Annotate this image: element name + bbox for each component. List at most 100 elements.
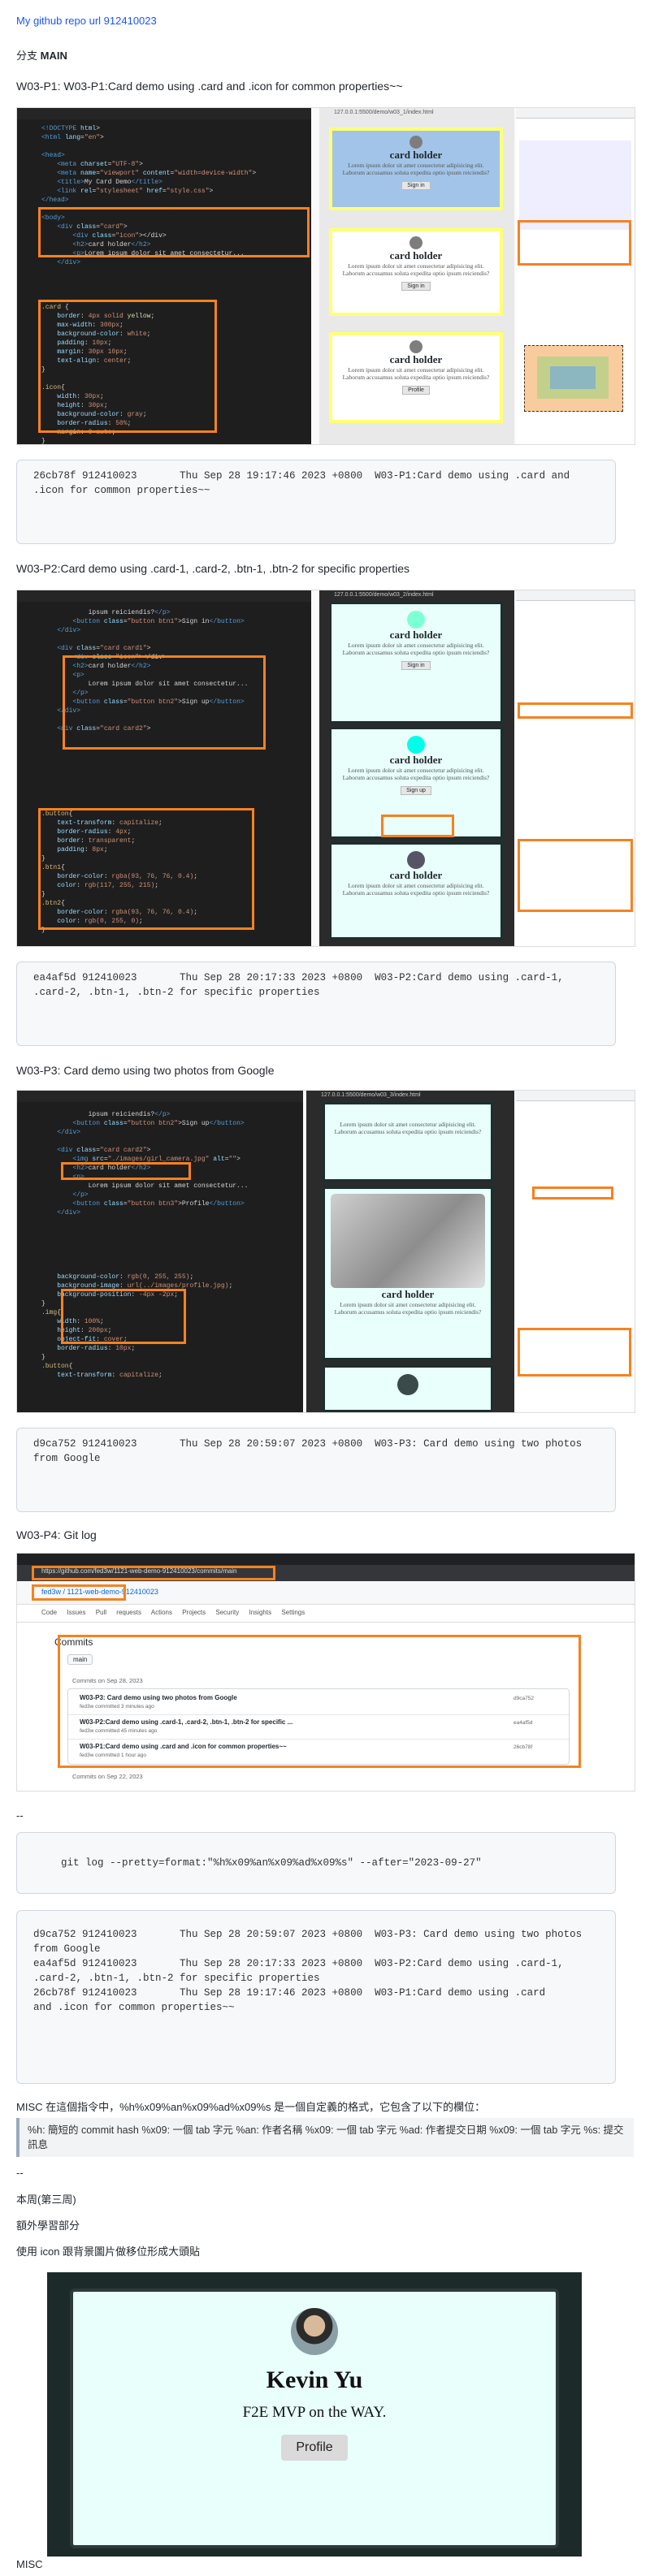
code-editor: ipsum reiciendis?</p> <button class="but…: [17, 1091, 303, 1412]
highlight-css: [38, 300, 217, 433]
branch-line: 分支 MAIN: [16, 47, 67, 63]
card-title: card holder: [389, 629, 443, 641]
avatar-icon: [410, 340, 422, 353]
highlight-styles: [518, 1328, 631, 1377]
card-title: card holder: [381, 1288, 435, 1300]
nav-issues[interactable]: Issues: [67, 1609, 85, 1616]
card-preview-3: card holder Lorem ipsum dolor sit amet c…: [329, 332, 503, 423]
highlight-devtools: [518, 702, 633, 719]
devtools-panel: [516, 590, 635, 946]
card-preview-1: card holder Lorem ipsum dolor sit amet c…: [329, 602, 503, 724]
card-text: Lorem ipsum dolor sit amet consectetur a…: [334, 1121, 482, 1135]
highlight-html: [63, 655, 266, 750]
profile-name: Kevin Yu: [266, 2366, 363, 2393]
avatar-icon: [407, 851, 425, 869]
separator-1: --: [16, 1809, 24, 1822]
highlight-css: [61, 1289, 186, 1344]
nav-actions[interactable]: Actions: [151, 1609, 172, 1616]
card-preview-2: card holder Lorem ipsum dolor sit amet c…: [329, 228, 503, 316]
screenshot-p2: ipsum reiciendis?</p> <button class="but…: [16, 590, 635, 947]
browser-preview: 127.0.0.1:5500/demo/w03_1/index.html car…: [319, 108, 514, 444]
commit-block-p1: 26cb78f 912410023 Thu Sep 28 19:17:46 20…: [16, 460, 616, 544]
card-title: card holder: [389, 754, 443, 766]
nav-pulls[interactable]: Pull requests: [96, 1609, 141, 1616]
highlight-styles: [518, 839, 633, 912]
signin-button[interactable]: Sign in: [401, 661, 431, 670]
highlight-url: [32, 1566, 275, 1580]
card-text: Lorem ipsum dolor sit amet consectetur a…: [342, 262, 490, 277]
card-title: card holder: [389, 149, 443, 161]
screenshot-p4: https://github.com/fed3w/1121-web-demo-9…: [16, 1553, 635, 1792]
avatar-icon: [397, 1374, 418, 1395]
nav-settings[interactable]: Settings: [281, 1609, 305, 1616]
branch-name: MAIN: [40, 50, 67, 62]
signup-button[interactable]: Sign up: [401, 786, 431, 795]
card-preview-1: card holder Lorem ipsum dolor sit amet c…: [329, 128, 503, 210]
card-title: card holder: [389, 249, 443, 261]
devtools-panel: [516, 108, 635, 444]
profile-tagline: F2E MVP on the WAY.: [242, 2404, 387, 2421]
highlight-html: [61, 1162, 191, 1180]
browser-preview: 127.0.0.1:5500/demo/w03_3/index.html Lor…: [306, 1091, 514, 1412]
highlight-devtools: [532, 1186, 613, 1199]
card-text: Lorem ipsum dolor sit amet consectetur a…: [334, 1301, 482, 1316]
nav-projects[interactable]: Projects: [182, 1609, 206, 1616]
misc-text: MISC 在這個指令中，%h%x09%an%x09%ad%x09%s 是一個自定…: [16, 2101, 486, 2113]
devtools-panel: [516, 1091, 635, 1412]
commit-block-p3: d9ca752 912410023 Thu Sep 28 20:59:07 20…: [16, 1428, 616, 1512]
nav-security[interactable]: Security: [215, 1609, 239, 1616]
avatar-icon: [410, 136, 422, 149]
profile-screenshot: Kevin Yu F2E MVP on the WAY. Profile: [47, 2272, 582, 2557]
profile-avatar: [291, 2308, 338, 2355]
profile-card: Kevin Yu F2E MVP on the WAY. Profile: [70, 2289, 559, 2548]
section-title-p4: W03-P4: Git log: [16, 1528, 97, 1541]
photo-image: [331, 1194, 485, 1288]
avatar-icon: [407, 611, 425, 629]
highlight-css: [38, 808, 254, 930]
nav-code[interactable]: Code: [41, 1609, 57, 1616]
signin-button[interactable]: Sign in: [401, 181, 431, 190]
gitlog-output: d9ca752 912410023 Thu Sep 28 20:59:07 20…: [16, 1910, 616, 2084]
icon-line: 使用 icon 跟背景圖片做移位形成大頭貼: [16, 2245, 201, 2258]
separator-2: --: [16, 2167, 24, 2179]
extra-heading: 額外學習部分: [16, 2219, 80, 2232]
card-preview-2: card holder Lorem ipsum dolor sit amet c…: [323, 1186, 493, 1360]
browser-url: 127.0.0.1:5500/demo/w03_1/index.html: [334, 110, 434, 115]
section-title-p3: W03-P3: Card demo using two photos from …: [16, 1064, 275, 1077]
highlight-html: [38, 207, 310, 257]
section-title-p2: W03-P2:Card demo using .card-1, .card-2,…: [16, 562, 410, 575]
branch-prefix: 分支: [16, 50, 41, 62]
misc-note: %h: 簡短的 commit hash %x09: 一個 tab 字元 %an:…: [16, 2118, 634, 2157]
repo-link[interactable]: My github repo url 912410023: [16, 15, 157, 27]
card-preview-1: Lorem ipsum dolor sit amet consectetur a…: [323, 1102, 493, 1182]
highlight-devtools: [518, 220, 631, 266]
nav-insights[interactable]: Insights: [249, 1609, 272, 1616]
section-title-p1: W03-P1: W03-P1:Card demo using .card and…: [16, 80, 403, 93]
card-title: card holder: [389, 869, 443, 881]
signin-button[interactable]: Sign in: [401, 282, 431, 291]
screenshot-p3: ipsum reiciendis?</p> <button class="but…: [16, 1090, 635, 1413]
avatar-icon: [407, 736, 425, 754]
browser-preview: 127.0.0.1:5500/demo/w03_2/index.html car…: [319, 590, 514, 946]
github-nav: Code Issues Pull requests Actions Projec…: [41, 1609, 305, 1616]
card-preview-3: card holder Lorem ipsum dolor sit amet c…: [329, 842, 503, 940]
card-text: Lorem ipsum dolor sit amet consectetur a…: [342, 767, 490, 781]
card-preview-3: [323, 1365, 493, 1412]
profile-button[interactable]: Profile: [281, 2435, 348, 2461]
card-text: Lorem ipsum dolor sit amet consectetur a…: [342, 162, 490, 176]
avatar-icon: [410, 236, 422, 249]
card-text: Lorem ipsum dolor sit amet consectetur a…: [342, 642, 490, 656]
browser-url: 127.0.0.1:5500/demo/w03_2/index.html: [334, 592, 434, 598]
card-text: Lorem ipsum dolor sit amet consectetur a…: [342, 366, 490, 381]
highlight-button: [381, 815, 454, 837]
card-title: card holder: [389, 353, 443, 365]
card-text: Lorem ipsum dolor sit amet consectetur a…: [342, 882, 490, 897]
commit-group-2: Commits on Sep 22, 2023: [72, 1773, 143, 1780]
footer-misc: MISC: [16, 2558, 43, 2570]
gitlog-command: git log --pretty=format:"%h%x09%an%x09%a…: [16, 1832, 616, 1894]
highlight-commits: [58, 1635, 581, 1768]
week-heading: 本周(第三周): [16, 2193, 76, 2206]
profile-button[interactable]: Profile: [402, 386, 430, 395]
commit-block-p2: ea4af5d 912410023 Thu Sep 28 20:17:33 20…: [16, 962, 616, 1046]
code-editor: ipsum reiciendis?</p> <button class="but…: [17, 590, 311, 946]
